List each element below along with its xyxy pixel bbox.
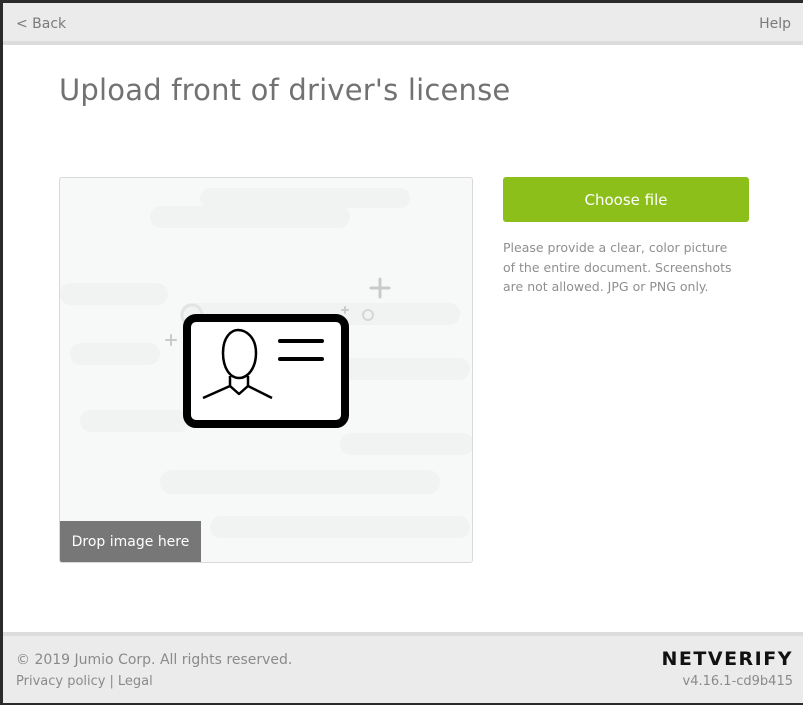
drop-zone[interactable]: Drop image here (59, 177, 473, 563)
footer: © 2019 Jumio Corp. All rights reserved. … (3, 632, 803, 703)
footer-separator: | (109, 674, 114, 689)
id-card-icon (183, 314, 349, 428)
upload-instructions: Please provide a clear, color picture of… (503, 240, 732, 294)
choose-file-button[interactable]: Choose file (503, 177, 749, 222)
page-title: Upload front of driver's license (59, 73, 511, 107)
top-bar: < Back Help (3, 3, 803, 45)
version-text: v4.16.1-cd9b415 (682, 674, 793, 689)
copyright-text: © 2019 Jumio Corp. All rights reserved. (16, 652, 293, 668)
footer-links: Privacy policy | Legal (16, 674, 153, 689)
netverify-logo: NETVERIFY (661, 648, 793, 670)
legal-link[interactable]: Legal (118, 674, 153, 689)
privacy-policy-link[interactable]: Privacy policy (16, 674, 105, 689)
app-window: < Back Help Upload front of driver's lic… (3, 3, 803, 703)
help-link[interactable]: Help (759, 16, 791, 32)
back-link[interactable]: < Back (16, 16, 66, 32)
drop-image-label: Drop image here (60, 521, 201, 562)
dropzone-background (60, 188, 472, 538)
